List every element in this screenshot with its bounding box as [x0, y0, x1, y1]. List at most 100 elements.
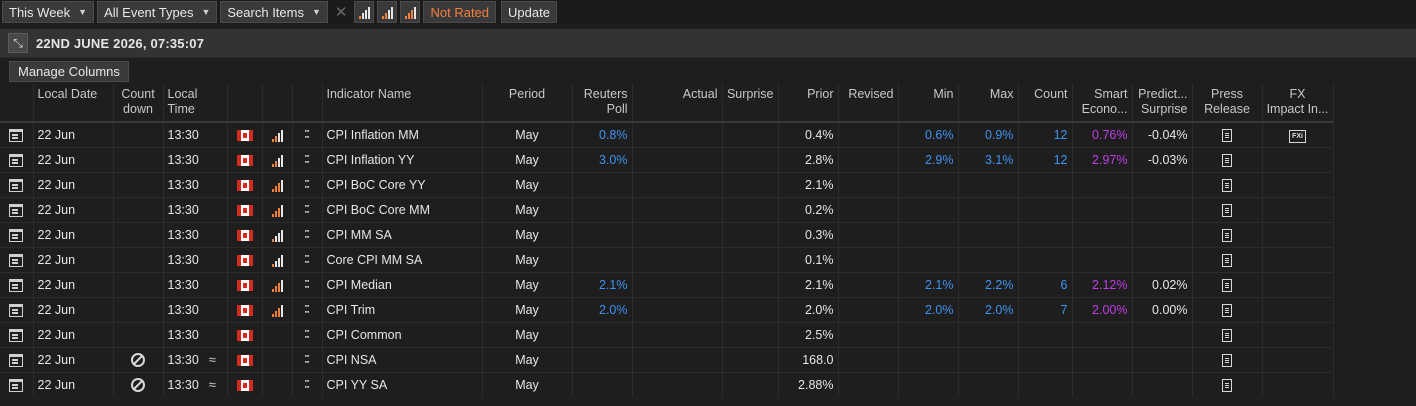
table-row[interactable]: 22 Jun 13:30 ▪▪ ▪▪ Core CPI MM SA May 0.1% [0, 246, 1334, 272]
col-indicator-name[interactable]: Indicator Name [322, 84, 483, 122]
table-row[interactable]: 22 Jun 13:30 ≈ ▪▪ ▪▪ CPI YY SA May 2.88% [0, 371, 1334, 397]
event-type-cell[interactable] [0, 196, 34, 222]
fx-impact-cell[interactable] [1262, 296, 1334, 322]
market-source-cell[interactable]: ▪▪ ▪▪ [292, 346, 323, 372]
fx-impact-cell[interactable] [1262, 171, 1334, 197]
update-button[interactable]: Update [501, 1, 557, 23]
event-type-cell[interactable] [0, 171, 34, 197]
press-release-cell[interactable] [1192, 196, 1263, 222]
col-count[interactable]: Count [1018, 84, 1073, 122]
market-source-cell[interactable]: ▪▪ ▪▪ [292, 296, 323, 322]
importance-filter-medium[interactable] [377, 1, 398, 23]
market-source-icon: ▪▪ ▪▪ [304, 203, 310, 217]
col-revised[interactable]: Revised [838, 84, 899, 122]
fx-impact-cell[interactable] [1262, 346, 1334, 372]
col-type[interactable] [0, 84, 34, 122]
table-row[interactable]: 22 Jun 13:30 ▪▪ ▪▪ CPI BoC Core YY May 2.1% [0, 171, 1334, 197]
indicator-name-cell[interactable]: CPI BoC Core YY [322, 171, 483, 197]
min-cell [898, 346, 959, 372]
table-row[interactable]: 22 Jun 13:30 ▪▪ ▪▪ CPI Common May 2.5% [0, 321, 1334, 347]
table-row[interactable]: 22 Jun 13:30 ▪▪ ▪▪ CPI Trim May 2.0% 2.0% 2.0% 2.… [0, 296, 1334, 322]
indicator-name-cell[interactable]: CPI MM SA [322, 221, 483, 247]
col-countdown[interactable]: Count down [113, 84, 164, 122]
col-fx-impact[interactable]: FX Impact In... [1262, 84, 1334, 122]
press-release-cell[interactable] [1192, 171, 1263, 197]
indicator-name-cell[interactable]: CPI NSA [322, 346, 483, 372]
event-type-cell[interactable] [0, 246, 34, 272]
indicator-name-cell[interactable]: CPI Trim [322, 296, 483, 322]
clear-search-icon[interactable]: ✕ [331, 3, 352, 21]
indicator-name-cell[interactable]: CPI Common [322, 321, 483, 347]
col-min[interactable]: Min [898, 84, 959, 122]
market-source-cell[interactable]: ▪▪ ▪▪ [292, 196, 323, 222]
col-period[interactable]: Period [482, 84, 573, 122]
press-release-cell[interactable] [1192, 121, 1263, 147]
event-type-cell[interactable] [0, 146, 34, 172]
market-source-cell[interactable]: ▪▪ ▪▪ [292, 321, 323, 347]
event-type-cell[interactable] [0, 371, 34, 397]
table-row[interactable]: 22 Jun 13:30 ≈ ▪▪ ▪▪ CPI NSA May 168.0 [0, 346, 1334, 372]
press-release-cell[interactable] [1192, 146, 1263, 172]
press-release-cell[interactable] [1192, 321, 1263, 347]
indicator-name-cell[interactable]: Core CPI MM SA [322, 246, 483, 272]
event-type-cell[interactable] [0, 121, 34, 147]
col-max[interactable]: Max [958, 84, 1019, 122]
market-source-cell[interactable]: ▪▪ ▪▪ [292, 271, 323, 297]
fx-impact-cell[interactable] [1262, 371, 1334, 397]
fx-impact-cell[interactable] [1262, 321, 1334, 347]
event-type-cell[interactable] [0, 221, 34, 247]
col-local-time[interactable]: Local Time [163, 84, 228, 122]
table-row[interactable]: 22 Jun 13:30 ▪▪ ▪▪ CPI Inflation MM May 0.8% 0.… [0, 121, 1334, 147]
press-release-cell[interactable] [1192, 296, 1263, 322]
fx-impact-cell[interactable] [1262, 146, 1334, 172]
col-prior[interactable]: Prior [778, 84, 839, 122]
event-type-cell[interactable] [0, 296, 34, 322]
col-reuters-poll[interactable]: Reuters Poll [572, 84, 633, 122]
press-release-cell[interactable] [1192, 271, 1263, 297]
col-actual[interactable]: Actual [632, 84, 723, 122]
col-surprise[interactable]: Surprise [722, 84, 779, 122]
indicator-name-cell[interactable]: CPI Median [322, 271, 483, 297]
search-items-dropdown[interactable]: Search Items ▼ [220, 1, 328, 23]
indicator-name-cell[interactable]: CPI BoC Core MM [322, 196, 483, 222]
press-release-cell[interactable] [1192, 221, 1263, 247]
fx-impact-cell[interactable] [1262, 221, 1334, 247]
indicator-name-cell[interactable]: CPI YY SA [322, 371, 483, 397]
col-country[interactable] [227, 84, 263, 122]
fx-impact-cell[interactable] [1262, 271, 1334, 297]
event-type-cell[interactable] [0, 346, 34, 372]
not-rated-filter-button[interactable]: Not Rated [423, 1, 497, 23]
col-local-date[interactable]: Local Date [33, 84, 114, 122]
fx-impact-cell[interactable] [1262, 246, 1334, 272]
press-release-cell[interactable] [1192, 246, 1263, 272]
indicator-name-cell[interactable]: CPI Inflation YY [322, 146, 483, 172]
col-predicted-surprise[interactable]: Predict... Surprise [1132, 84, 1193, 122]
fx-impact-cell[interactable]: FXi [1262, 121, 1334, 147]
market-source-cell[interactable]: ▪▪ ▪▪ [292, 246, 323, 272]
col-smart-econ[interactable]: Smart Econo... [1072, 84, 1133, 122]
expand-icon[interactable]: ⤡ [8, 33, 28, 53]
table-row[interactable]: 22 Jun 13:30 ▪▪ ▪▪ CPI Inflation YY May 3.0% 2.… [0, 146, 1334, 172]
event-type-cell[interactable] [0, 271, 34, 297]
col-press-release[interactable]: Press Release [1192, 84, 1263, 122]
indicator-name-cell[interactable]: CPI Inflation MM [322, 121, 483, 147]
press-release-cell[interactable] [1192, 371, 1263, 397]
manage-columns-button[interactable]: Manage Columns [9, 60, 129, 82]
table-row[interactable]: 22 Jun 13:30 ▪▪ ▪▪ CPI Median May 2.1% 2.1% 2.1%… [0, 271, 1334, 297]
event-type-cell[interactable] [0, 321, 34, 347]
fx-impact-cell[interactable] [1262, 196, 1334, 222]
date-range-dropdown[interactable]: This Week ▼ [2, 1, 95, 23]
market-source-cell[interactable]: ▪▪ ▪▪ [292, 121, 323, 147]
table-row[interactable]: 22 Jun 13:30 ▪▪ ▪▪ CPI MM SA May 0.3% [0, 221, 1334, 247]
event-type-dropdown[interactable]: All Event Types ▼ [97, 1, 218, 23]
market-source-cell[interactable]: ▪▪ ▪▪ [292, 371, 323, 397]
press-release-cell[interactable] [1192, 346, 1263, 372]
col-market-source[interactable] [292, 84, 323, 122]
importance-filter-high[interactable] [400, 1, 421, 23]
table-row[interactable]: 22 Jun 13:30 ▪▪ ▪▪ CPI BoC Core MM May 0.2% [0, 196, 1334, 222]
importance-filter-low[interactable] [354, 1, 375, 23]
market-source-cell[interactable]: ▪▪ ▪▪ [292, 171, 323, 197]
market-source-cell[interactable]: ▪▪ ▪▪ [292, 221, 323, 247]
market-source-cell[interactable]: ▪▪ ▪▪ [292, 146, 323, 172]
col-importance[interactable] [262, 84, 293, 122]
